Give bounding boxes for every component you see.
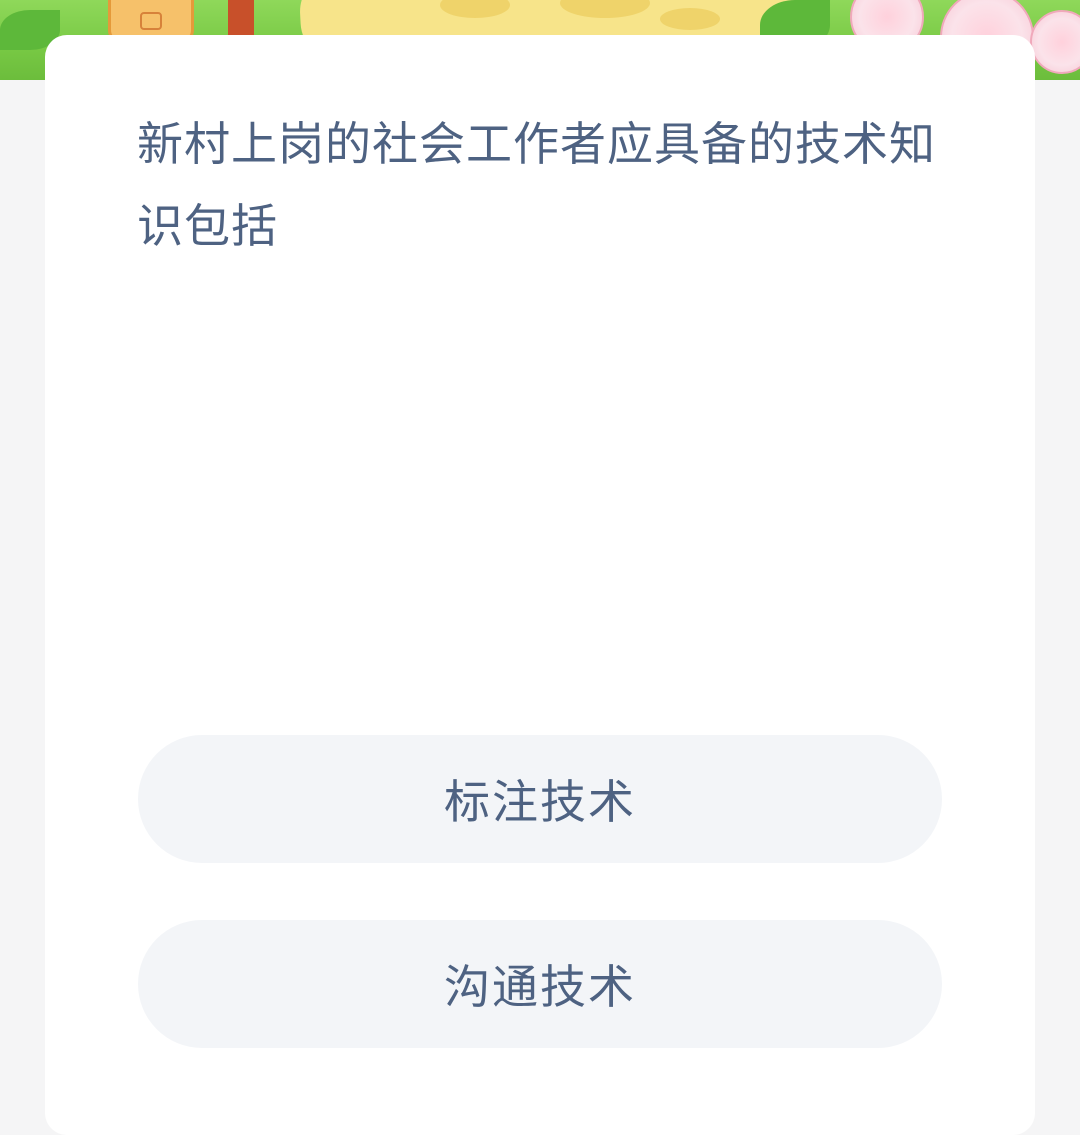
- answer-option-1[interactable]: 标注技术: [138, 735, 942, 863]
- mat-pattern-spot: [660, 8, 720, 30]
- backpack-tag-illustration: [140, 12, 162, 30]
- answer-option-2[interactable]: 沟通技术: [138, 920, 942, 1048]
- question-card: 新村上岗的社会工作者应具备的技术知识包括 标注技术 沟通技术: [45, 35, 1035, 1135]
- question-text: 新村上岗的社会工作者应具备的技术知识包括: [137, 117, 936, 253]
- flower-illustration: [1030, 10, 1080, 74]
